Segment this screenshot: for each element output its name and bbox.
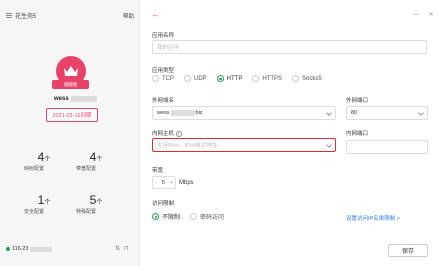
app-type-radios: TCP UDP HTTP HTTPS Socks5: [152, 75, 332, 82]
masked-ip: [30, 246, 53, 252]
int-host-label-text: 内网主机: [152, 131, 175, 137]
ext-port-select[interactable]: 80: [346, 106, 428, 120]
lock-icon[interactable]: ⊓: [124, 245, 129, 252]
stat-mapping[interactable]: 4个 映射配置: [24, 150, 64, 172]
radio-password-circle: [190, 213, 198, 220]
edition-badge: 旗舰版: [52, 80, 89, 89]
radio-password-label: 密码访问: [200, 215, 225, 221]
int-host-input[interactable]: 支持IPv4、IPv6格式地址: [152, 138, 336, 152]
share-icon[interactable]: ⇅: [115, 245, 120, 252]
bandwidth-unit: Mbps: [179, 180, 194, 186]
radio-udp-label: UDP: [194, 75, 207, 82]
int-host-placeholder: 支持IPv4、IPv6格式地址: [157, 143, 218, 149]
ext-domain-value-prefix: wess: [157, 110, 170, 116]
radio-http-label: HTTP: [226, 75, 243, 82]
back-arrow-icon[interactable]: ←: [151, 9, 160, 19]
save-button[interactable]: 保存: [388, 244, 428, 257]
minus-button[interactable]: -: [155, 180, 157, 186]
info-icon[interactable]: i: [175, 131, 182, 137]
radio-udp-circle: [184, 75, 191, 82]
radio-socks5-label: Socks5: [302, 75, 322, 82]
int-port-input[interactable]: [346, 140, 428, 154]
radio-no-limit-label: 不限制: [162, 215, 181, 221]
masked-text: [70, 96, 97, 102]
stat-security[interactable]: 1个 安全配置: [24, 193, 64, 215]
radio-tcp[interactable]: TCP: [152, 75, 174, 82]
online-status-icon: [6, 247, 10, 251]
footer-icons: ⇅ ⊓: [115, 245, 129, 252]
ext-domain-value-suffix: biz: [195, 110, 203, 116]
radio-https-circle: [252, 75, 260, 82]
ext-port-value: 80: [351, 110, 358, 116]
stat-bandwidth-unit: 个: [96, 157, 103, 163]
crown-icon: [64, 66, 78, 76]
stat-special-label: 特殊配置: [76, 209, 97, 215]
ip-whitelist-link[interactable]: 设置访问IP名单限制 >: [346, 214, 400, 222]
radio-password[interactable]: 密码访问: [190, 212, 224, 221]
menu-icon[interactable]: [6, 13, 12, 18]
expire-date-button[interactable]: 2021-03-16到期: [46, 108, 98, 122]
app-header: 花生壳5: [6, 11, 36, 20]
radio-https-label: HTTPS: [262, 75, 283, 82]
radio-http-circle: [216, 75, 224, 82]
radio-tcp-circle: [152, 75, 159, 82]
app-type-label: 应用类型: [152, 68, 175, 74]
ext-port-label: 外网端口: [346, 98, 369, 104]
radio-socks5-circle: [292, 75, 300, 82]
radio-no-limit[interactable]: 不限制: [152, 212, 180, 221]
stat-special[interactable]: 5个 特殊配置: [76, 193, 116, 215]
radio-http[interactable]: HTTP: [216, 75, 243, 82]
radio-udp[interactable]: UDP: [184, 75, 207, 82]
stat-bandwidth-label: 带宽配置: [76, 166, 97, 172]
stat-security-label: 安全配置: [24, 209, 45, 215]
radio-tcp-label: TCP: [162, 75, 174, 82]
app-name-label: 应用名称: [152, 33, 175, 39]
username-text: wess: [54, 96, 69, 102]
radio-https[interactable]: HTTPS: [252, 75, 282, 82]
access-label: 访问限制: [152, 201, 175, 207]
plus-button[interactable]: +: [170, 180, 173, 186]
sidebar: 花生壳5 帮助 旗舰版 wess 2021-03-16到期 4个 映射配置 4个…: [0, 0, 140, 266]
chevron-down-icon: [326, 110, 332, 116]
int-host-label: 内网主机 i: [152, 129, 182, 137]
access-radios: 不限制 密码访问: [152, 212, 234, 221]
help-link[interactable]: 帮助: [123, 12, 134, 20]
stat-security-unit: 个: [44, 200, 51, 206]
bandwidth-stepper[interactable]: - 5 +: [152, 176, 176, 189]
radio-no-limit-circle: [152, 213, 159, 220]
stat-bandwidth[interactable]: 4个 带宽配置: [76, 150, 116, 172]
stat-mapping-unit: 个: [44, 157, 51, 163]
app-title: 花生壳5: [15, 14, 37, 20]
ip-address: 116.23: [12, 246, 29, 252]
bandwidth-label: 带宽: [152, 168, 164, 174]
chevron-down-icon: [326, 142, 332, 148]
main-panel: ← — ✕ 应用名称 我的应用 应用类型 TCP UDP HTTP HTTPS …: [141, 0, 438, 266]
radio-socks5[interactable]: Socks5: [292, 75, 322, 82]
ext-domain-select[interactable]: wess biz: [152, 106, 336, 120]
stat-mapping-label: 映射配置: [24, 166, 45, 172]
bandwidth-value: 5: [161, 179, 165, 186]
username: wess: [54, 96, 97, 102]
window-controls[interactable]: — ✕: [413, 11, 438, 18]
int-port-label: 内网端口: [346, 131, 369, 137]
app-name-input[interactable]: 我的应用: [152, 40, 427, 54]
chevron-down-icon: [418, 110, 424, 116]
status-footer: 116.23: [6, 246, 53, 252]
stat-special-unit: 个: [96, 200, 103, 206]
ext-domain-label: 外网域名: [152, 98, 175, 104]
masked-domain: [170, 110, 195, 116]
